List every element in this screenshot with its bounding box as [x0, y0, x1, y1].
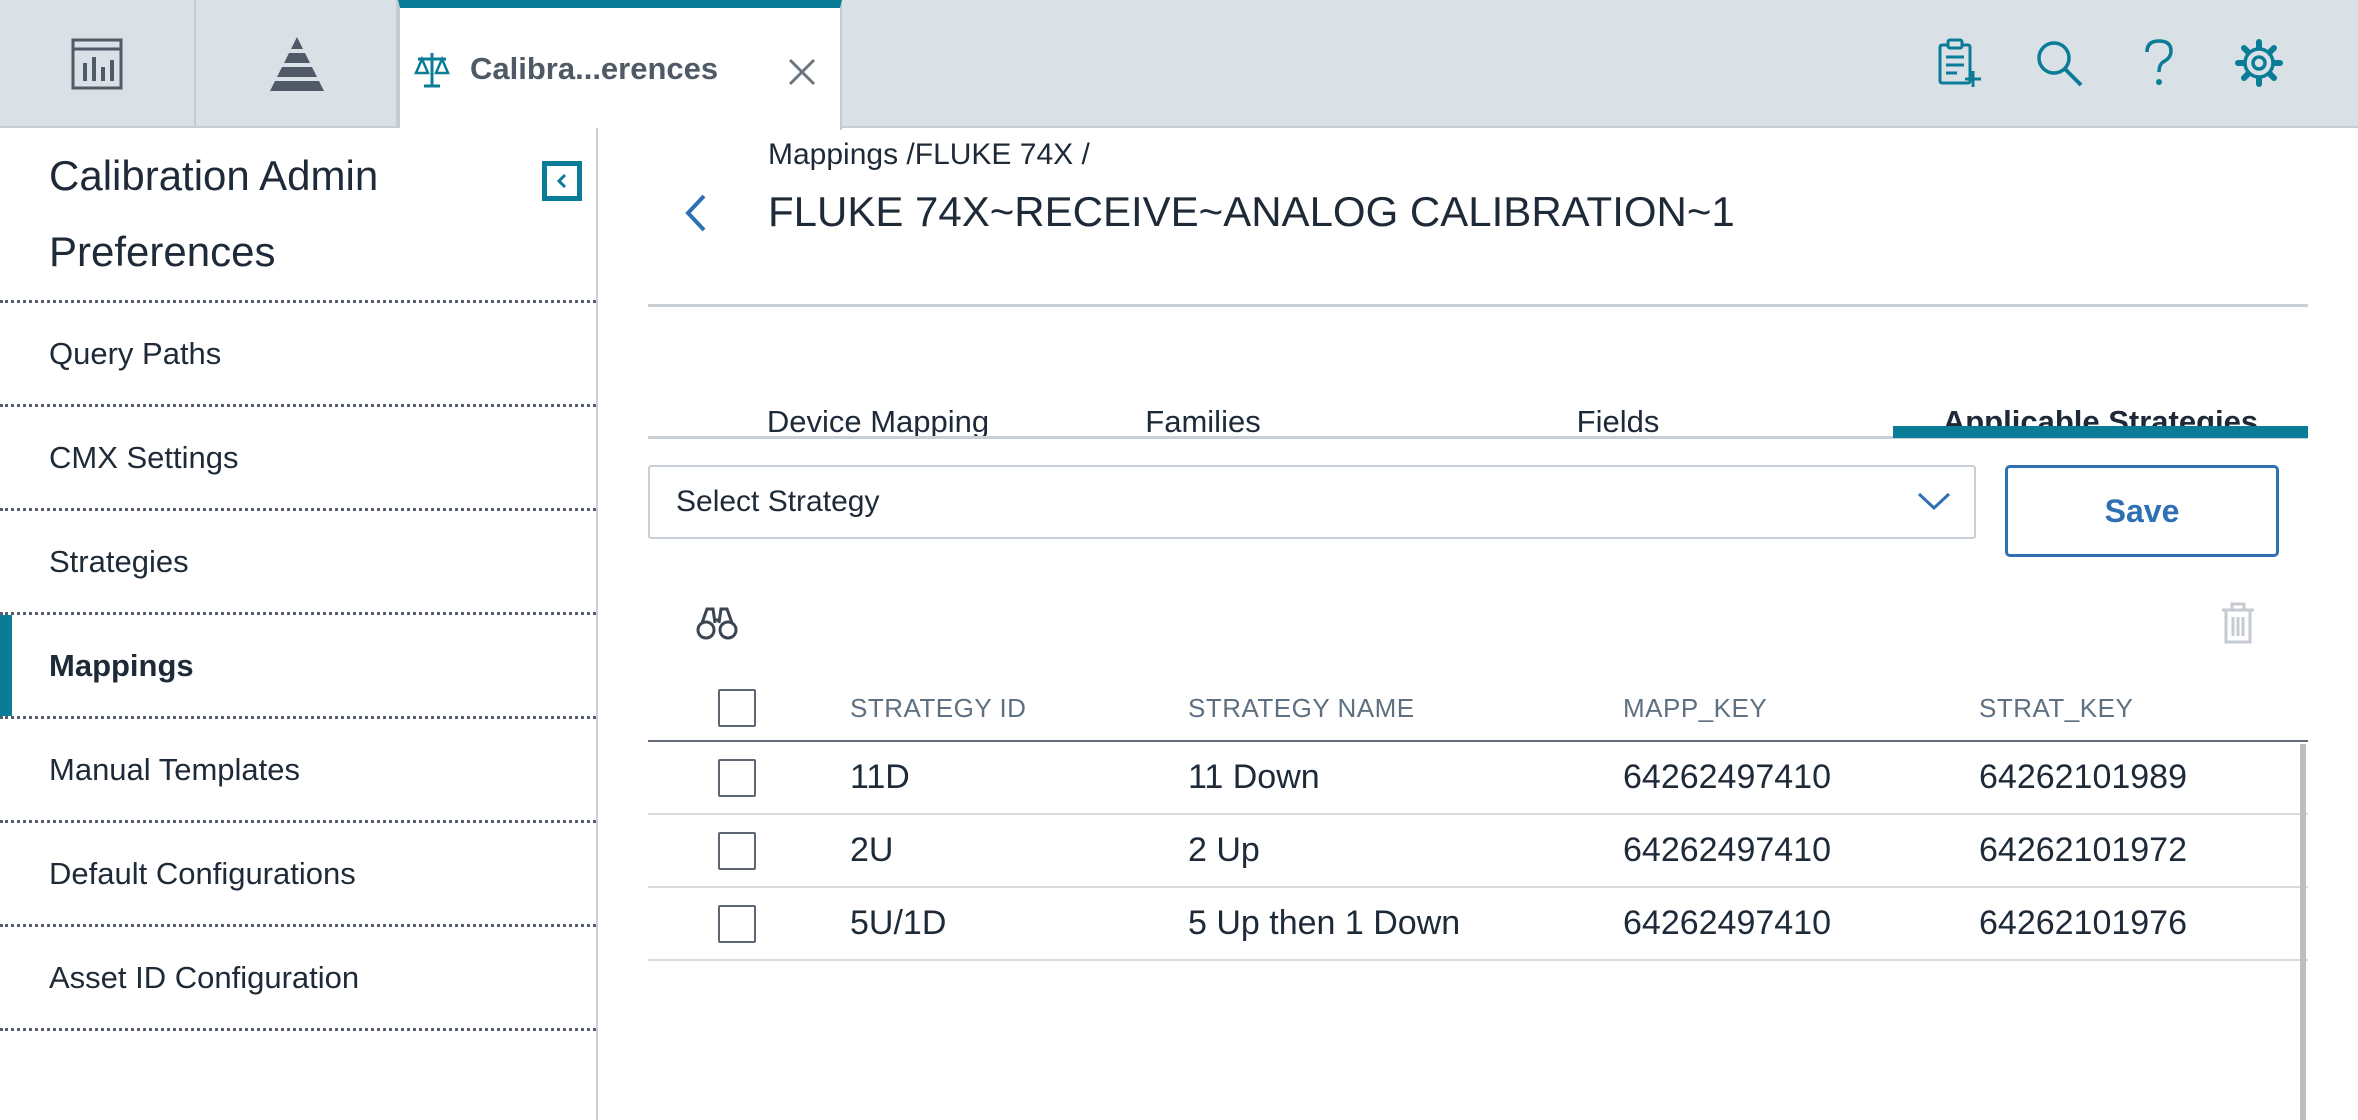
- tab-label: Device Mapping: [766, 404, 990, 439]
- sidebar-item-strategies[interactable]: Strategies: [0, 508, 596, 612]
- strategy-select-placeholder: Select Strategy: [676, 485, 880, 518]
- page-title: FLUKE 74X~RECEIVE~ANALOG CALIBRATION~1: [768, 188, 1735, 235]
- chevron-down-icon: [1917, 492, 1951, 511]
- strategy-select[interactable]: Select Strategy: [648, 465, 1976, 539]
- column-header-strat-key[interactable]: STRAT_KEY: [1979, 676, 2133, 740]
- sidebar-item-mappings[interactable]: Mappings: [0, 612, 596, 716]
- row-checkbox[interactable]: [718, 904, 756, 943]
- cell-strategy-name: 11 Down: [1188, 758, 1320, 796]
- cell-mapp-key: 64262497410: [1623, 904, 1832, 942]
- cell-strategy-id: 11D: [850, 758, 910, 796]
- cell-strat-key: 64262101976: [1979, 904, 2188, 942]
- row-checkbox[interactable]: [718, 758, 756, 797]
- sidebar-divider: [0, 1028, 596, 1031]
- tab-label: Families: [1145, 404, 1261, 439]
- main-content: Mappings /FLUKE 74X / FLUKE 74X~RECEIVE~…: [600, 128, 2358, 1120]
- sidebar-item-label: Strategies: [49, 543, 189, 579]
- pyramid-tab[interactable]: [198, 0, 398, 128]
- column-header-mapp-key[interactable]: MAPP_KEY: [1623, 676, 1767, 740]
- cell-strategy-name: 2 Up: [1188, 831, 1260, 869]
- sidebar-item-query-paths[interactable]: Query Paths: [0, 300, 596, 404]
- cell-mapp-key: 64262497410: [1623, 758, 1832, 796]
- pyramid-icon: [270, 37, 324, 91]
- dashboard-icon: [71, 38, 123, 90]
- scale-icon: [414, 49, 450, 89]
- tab-calibration-preferences[interactable]: Calibra...erences: [398, 0, 842, 130]
- sidebar-item-label: Mappings: [49, 647, 194, 683]
- close-icon[interactable]: [786, 56, 818, 88]
- binoculars-icon[interactable]: [696, 606, 738, 642]
- table-row[interactable]: 2U 2 Up 64262497410 64262101972: [648, 815, 2308, 888]
- grid-scrollbar[interactable]: [2300, 744, 2306, 1120]
- sidebar: Calibration Admin Preferences Query Path…: [0, 128, 598, 1120]
- sidebar-title: Calibration Admin Preferences: [49, 152, 379, 275]
- cell-strategy-name: 5 Up then 1 Down: [1188, 904, 1461, 942]
- trash-icon[interactable]: [2220, 602, 2256, 644]
- row-checkbox[interactable]: [718, 831, 756, 870]
- column-header-strategy-name[interactable]: STRATEGY NAME: [1188, 676, 1415, 740]
- search-icon[interactable]: [2032, 36, 2086, 90]
- dashboard-tab[interactable]: [0, 0, 196, 128]
- table-row[interactable]: 11D 11 Down 64262497410 64262101989: [648, 742, 2308, 815]
- sidebar-item-manual-templates[interactable]: Manual Templates: [0, 716, 596, 820]
- cell-strategy-id: 2U: [850, 831, 894, 869]
- chevron-left-icon: [547, 166, 577, 196]
- sidebar-item-label: CMX Settings: [49, 439, 239, 475]
- tab-label: Fields: [1576, 404, 1660, 439]
- title-divider: [648, 304, 2308, 307]
- grid-header: STRATEGY ID STRATEGY NAME MAPP_KEY STRAT…: [648, 676, 2308, 742]
- select-all-checkbox[interactable]: [718, 689, 756, 727]
- help-icon[interactable]: [2132, 36, 2186, 90]
- sidebar-item-label: Manual Templates: [49, 751, 301, 787]
- sidebar-item-label: Default Configurations: [49, 855, 356, 891]
- breadcrumb[interactable]: Mappings /FLUKE 74X /: [768, 138, 1090, 172]
- cell-strat-key: 64262101972: [1979, 831, 2188, 869]
- table-row[interactable]: 5U/1D 5 Up then 1 Down 64262497410 64262…: [648, 888, 2308, 961]
- active-tab-indicator: [1893, 426, 2308, 438]
- gear-icon[interactable]: [2232, 36, 2286, 90]
- sidebar-item-label: Asset ID Configuration: [49, 959, 360, 995]
- cell-strategy-id: 5U/1D: [850, 904, 947, 942]
- strategies-grid: STRATEGY ID STRATEGY NAME MAPP_KEY STRAT…: [648, 676, 2308, 961]
- collapse-sidebar-button[interactable]: [542, 161, 582, 201]
- cell-strat-key: 64262101989: [1979, 758, 2188, 796]
- cell-mapp-key: 64262497410: [1623, 831, 1832, 869]
- sidebar-item-cmx-settings[interactable]: CMX Settings: [0, 404, 596, 508]
- clipboard-add-icon[interactable]: [1932, 36, 1986, 90]
- column-header-strategy-id[interactable]: STRATEGY ID: [850, 676, 1026, 740]
- sidebar-item-asset-id-configuration[interactable]: Asset ID Configuration: [0, 924, 596, 1028]
- tab-title: Calibra...erences: [470, 51, 719, 86]
- top-bar: Calibra...erences: [0, 0, 2358, 130]
- sidebar-item-label: Query Paths: [49, 335, 222, 371]
- save-button[interactable]: Save: [2005, 465, 2279, 557]
- sidebar-item-default-configurations[interactable]: Default Configurations: [0, 820, 596, 924]
- sidebar-nav: Query Paths CMX Settings Strategies Mapp…: [0, 300, 596, 1031]
- back-arrow-icon[interactable]: [676, 188, 716, 238]
